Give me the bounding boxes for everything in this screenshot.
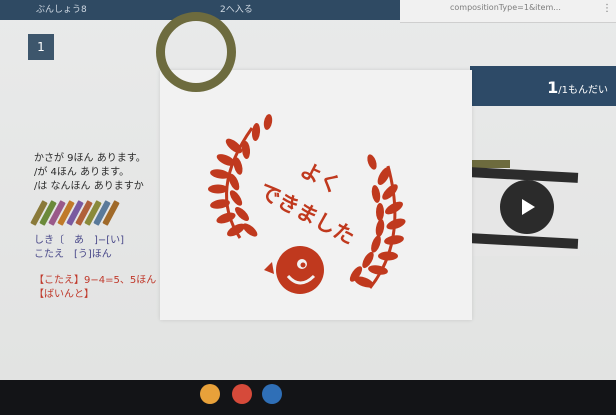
question-header-band: 1/1もんだい [470, 66, 616, 106]
question-counter-current: 1 [547, 78, 559, 97]
browser-screen: ぶんしょう8 2へ入る compositionType=1&item... ⋮ … [0, 0, 616, 380]
play-icon [522, 199, 535, 215]
question-counter-suffix: /1もんだい [558, 85, 608, 96]
question-counter: 1/1もんだい [547, 78, 608, 97]
taskbar-app-icon[interactable] [232, 384, 252, 404]
result-popup: よく できました [156, 12, 472, 320]
browser-address-bar[interactable]: compositionType=1&item... ⋮ [400, 0, 616, 23]
laurel-stamp-icon [208, 114, 406, 294]
os-taskbar [0, 380, 616, 415]
taskbar-files-icon[interactable] [262, 384, 282, 404]
header-breadcrumb-left[interactable]: ぶんしょう8 [36, 2, 87, 15]
header-breadcrumb-right[interactable]: 2へ入る [220, 2, 253, 15]
address-url-text: compositionType=1&item... [450, 3, 561, 12]
question-number-badge: 1 [28, 34, 54, 60]
taskbar-chrome-icon[interactable] [200, 384, 220, 404]
video-band-bottom [469, 233, 579, 249]
extension-icon[interactable]: ⋮ [602, 3, 612, 14]
video-thumbnail[interactable] [469, 160, 580, 256]
video-play-button[interactable] [500, 180, 554, 234]
